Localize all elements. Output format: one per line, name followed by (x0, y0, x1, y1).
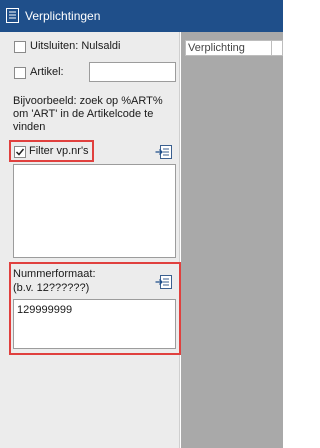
filter-vpnr-label: Filter vp.nr's (29, 145, 89, 157)
import-list-icon[interactable] (155, 275, 172, 289)
uitsluiten-nulsaldi-label: Uitsluiten: Nulsaldi (30, 40, 121, 52)
example-text: Bijvoorbeeld: zoek op %ART% om 'ART' in … (13, 95, 163, 133)
checkmark-icon (15, 148, 25, 156)
results-grid[interactable]: Verplichting (181, 32, 283, 448)
nummerformaat-input[interactable]: 129999999 (13, 299, 176, 349)
import-list-icon[interactable] (155, 145, 172, 159)
column-header-verplichting[interactable]: Verplichting (186, 41, 272, 55)
filter-vpnr-checkbox[interactable] (14, 146, 26, 158)
artikel-input[interactable] (89, 62, 176, 82)
grid-header: Verplichting (185, 40, 283, 56)
uitsluiten-nulsaldi-checkbox[interactable] (14, 41, 26, 53)
nummerformaat-value: 129999999 (17, 304, 73, 316)
nummerformaat-hint: (b.v. 12??????) (13, 282, 90, 294)
window-title: Verplichtingen (25, 9, 101, 23)
column-header-extra[interactable] (272, 41, 282, 55)
document-icon (6, 8, 19, 23)
artikel-checkbox[interactable] (14, 67, 26, 79)
vpnr-list-box[interactable] (13, 164, 176, 258)
nummerformaat-label: Nummerformaat: (13, 268, 96, 280)
artikel-label: Artikel: (30, 66, 64, 78)
title-bar: Verplichtingen (0, 0, 283, 32)
filter-panel: Uitsluiten: Nulsaldi Artikel: Bijvoorbee… (0, 32, 181, 448)
